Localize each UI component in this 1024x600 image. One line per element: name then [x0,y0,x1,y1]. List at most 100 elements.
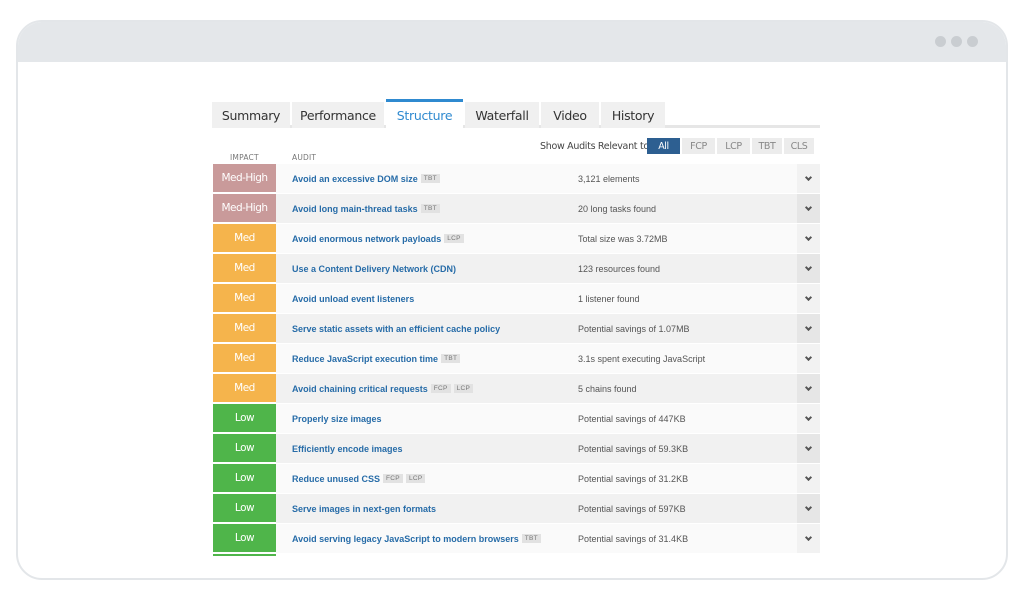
audit-result: 20 long tasks found [578,203,657,214]
metric-tag: LCP [405,474,426,483]
audit-row[interactable]: Low Reduce unused CSS FCP LCP Potential savi… [212,464,820,494]
audit-title-text[interactable]: Avoid an excessive DOM size [292,174,418,184]
audit-row-body: Use a Content Delivery Network (CDN) 123 … [276,254,820,283]
metric-tag: TBT [420,204,440,213]
audit-row[interactable]: Med Avoid enormous network payloads LCP Tot… [212,224,820,254]
audit-row[interactable]: Low Avoid serving legacy JavaScript to mo… [212,524,820,554]
audit-title-link[interactable]: Avoid chaining critical requests FCP LCP [292,384,474,394]
tab-summary[interactable]: Summary [212,102,290,128]
impact-badge: Med [213,224,276,252]
audit-title-link[interactable]: Avoid enormous network payloads LCP [292,234,464,244]
audit-title-text[interactable]: Reduce unused CSS [292,474,380,484]
chevron-down-icon [804,353,813,361]
audit-title-text[interactable]: Avoid long main-thread tasks [292,204,418,214]
audit-row-body: Reduce JavaScript execution time TBT 3.1s … [276,344,820,373]
audit-row[interactable]: Med-High Avoid long main-thread tasks TBT 2… [212,194,820,224]
window-dot-icon[interactable] [935,36,946,47]
audit-row[interactable]: Med Reduce JavaScript execution time TBT 3.… [212,344,820,374]
audit-row-body: Properly size images Potential savings of… [276,404,820,433]
audit-list: Med-High Avoid an excessive DOM size TBT 3,… [212,164,820,554]
tab-history[interactable]: History [601,102,665,128]
audit-row-body: Serve images in next-gen formats Potentia… [276,494,820,523]
audit-row[interactable]: Low Properly size images Potential savings… [212,404,820,434]
expand-button[interactable] [797,164,820,193]
audit-row[interactable]: Med-High Avoid an excessive DOM size TBT 3,… [212,164,820,194]
filter-lcp-button[interactable]: LCP [717,138,750,154]
expand-button[interactable] [797,224,820,253]
audit-title-text[interactable]: Serve static assets with an efficient ca… [292,324,500,334]
expand-button[interactable] [797,434,820,463]
audit-title-text[interactable]: Avoid unload event listeners [292,294,414,304]
audit-title-link[interactable]: Reduce unused CSS FCP LCP [292,474,426,484]
audit-title-link[interactable]: Reduce JavaScript execution time TBT [292,354,461,364]
browser-window: Summary Performance Structure Waterfall … [16,20,1008,580]
expand-button[interactable] [797,524,820,553]
tab-performance[interactable]: Performance [292,102,384,128]
audit-title-link[interactable]: Use a Content Delivery Network (CDN) [292,264,456,274]
audit-title-text[interactable]: Use a Content Delivery Network (CDN) [292,264,456,274]
tab-structure[interactable]: Structure [386,99,463,128]
next-impact-edge [213,554,276,556]
audit-result: Potential savings of 447KB [578,413,686,424]
audit-result: Potential savings of 31.2KB [578,473,689,484]
impact-column-header: IMPACT [230,153,259,162]
audit-row[interactable]: Med Serve static assets with an efficient… [212,314,820,344]
audit-list-tail [212,554,820,557]
chevron-down-icon [804,323,813,331]
filter-fcp-button[interactable]: FCP [682,138,715,154]
audit-result: Potential savings of 59.3KB [578,443,689,454]
audit-row[interactable]: Med Use a Content Delivery Network (CDN) 1… [212,254,820,284]
window-controls[interactable] [935,36,978,47]
tab-waterfall[interactable]: Waterfall [465,102,539,128]
audit-title-link[interactable]: Properly size images [292,414,382,424]
audit-title-link[interactable]: Serve static assets with an efficient ca… [292,324,500,334]
audit-title-link[interactable]: Avoid an excessive DOM size TBT [292,174,440,184]
expand-button[interactable] [797,464,820,493]
audit-title-text[interactable]: Properly size images [292,414,382,424]
metric-tag: TBT [420,174,440,183]
filter-tbt-button[interactable]: TBT [752,138,782,154]
impact-badge: Med [213,314,276,342]
expand-button[interactable] [797,374,820,403]
filter-row: IMPACT AUDIT Show Audits Relevant to All… [212,128,820,162]
audit-title-link[interactable]: Serve images in next-gen formats [292,504,436,514]
tab-video[interactable]: Video [541,102,599,128]
audit-row[interactable]: Med Avoid chaining critical requests FCP LC… [212,374,820,404]
filter-all-button[interactable]: All [647,138,680,154]
expand-button[interactable] [797,314,820,343]
audit-title-link[interactable]: Avoid unload event listeners [292,294,414,304]
audit-row-body: Reduce unused CSS FCP LCP Potential savings… [276,464,820,493]
audit-title-link[interactable]: Avoid serving legacy JavaScript to moder… [292,534,541,544]
audit-row[interactable]: Low Serve images in next-gen formats Poten… [212,494,820,524]
window-dot-icon[interactable] [951,36,962,47]
expand-button[interactable] [797,494,820,523]
audit-title-text[interactable]: Reduce JavaScript execution time [292,354,438,364]
audit-title-text[interactable]: Avoid serving legacy JavaScript to moder… [292,534,519,544]
expand-button[interactable] [797,194,820,223]
impact-badge: Med [213,344,276,372]
expand-button[interactable] [797,344,820,373]
audit-title-text[interactable]: Efficiently encode images [292,444,403,454]
audit-title-text[interactable]: Serve images in next-gen formats [292,504,436,514]
chevron-down-icon [804,383,813,391]
audit-row[interactable]: Low Efficiently encode images Potential sa… [212,434,820,464]
audit-title-text[interactable]: Avoid chaining critical requests [292,384,428,394]
impact-badge: Low [213,524,276,552]
filter-cls-button[interactable]: CLS [784,138,814,154]
audit-result: 5 chains found [578,383,637,394]
audit-row-body: Avoid unload event listeners 1 listener f… [276,284,820,313]
expand-button[interactable] [797,404,820,433]
expand-button[interactable] [797,254,820,283]
impact-badge: Med-High [213,194,276,222]
audit-result: 123 resources found [578,263,661,274]
audit-title-link[interactable]: Efficiently encode images [292,444,403,454]
metric-tag: TBT [521,534,541,543]
chevron-down-icon [804,413,813,421]
window-dot-icon[interactable] [967,36,978,47]
expand-button[interactable] [797,284,820,313]
audit-row[interactable]: Med Avoid unload event listeners 1 listene… [212,284,820,314]
audit-title-text[interactable]: Avoid enormous network payloads [292,234,441,244]
audit-result: Potential savings of 31.4KB [578,533,689,544]
audit-row-body: Avoid long main-thread tasks TBT 20 long t… [276,194,820,223]
audit-title-link[interactable]: Avoid long main-thread tasks TBT [292,204,440,214]
